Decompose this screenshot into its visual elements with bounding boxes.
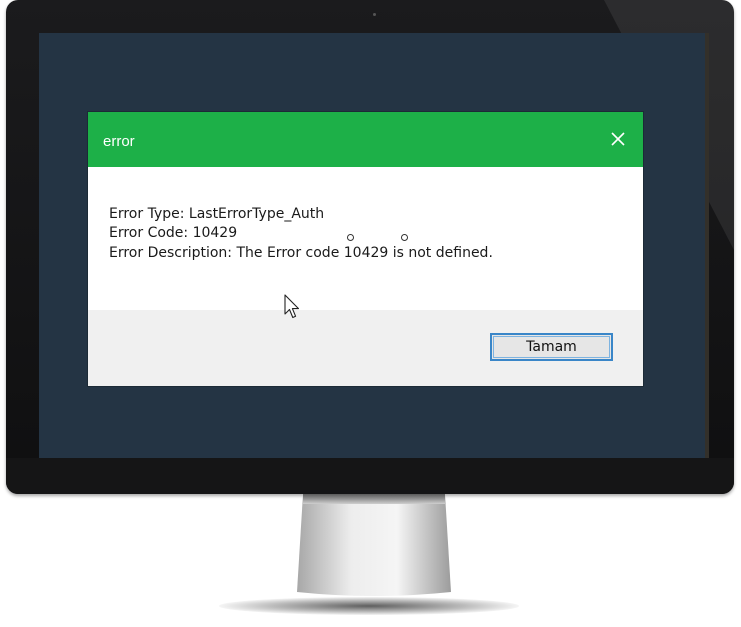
ok-button[interactable]: Tamam [490,333,613,361]
dialog-footer: Tamam [88,310,643,386]
dialog-message-area: Error Type: LastErrorType_Auth Error Cod… [88,167,643,310]
monitor-stand [297,494,451,596]
mouse-pointer-icon [284,294,300,319]
error-dialog: error Error Type: LastErrorType_Auth Err… [88,112,643,386]
error-description-text: Error Description: The Error code 10429 … [109,245,493,261]
close-icon [611,132,625,146]
click-ring-marker [347,234,354,241]
dialog-titlebar: error [88,112,643,167]
close-button[interactable] [601,122,635,156]
camera-dot [373,13,376,16]
click-ring-marker [401,234,408,241]
stand-shadow [219,597,519,615]
error-code-text: Error Code: 10429 [109,225,238,241]
monitor-illustration: error Error Type: LastErrorType_Auth Err… [0,0,741,627]
monitor-bezel: error Error Type: LastErrorType_Auth Err… [6,0,734,494]
desktop-screen: error Error Type: LastErrorType_Auth Err… [39,33,709,458]
error-type-text: Error Type: LastErrorType_Auth [109,206,325,222]
dialog-title: error [103,133,135,150]
monitor-chin [6,458,734,494]
